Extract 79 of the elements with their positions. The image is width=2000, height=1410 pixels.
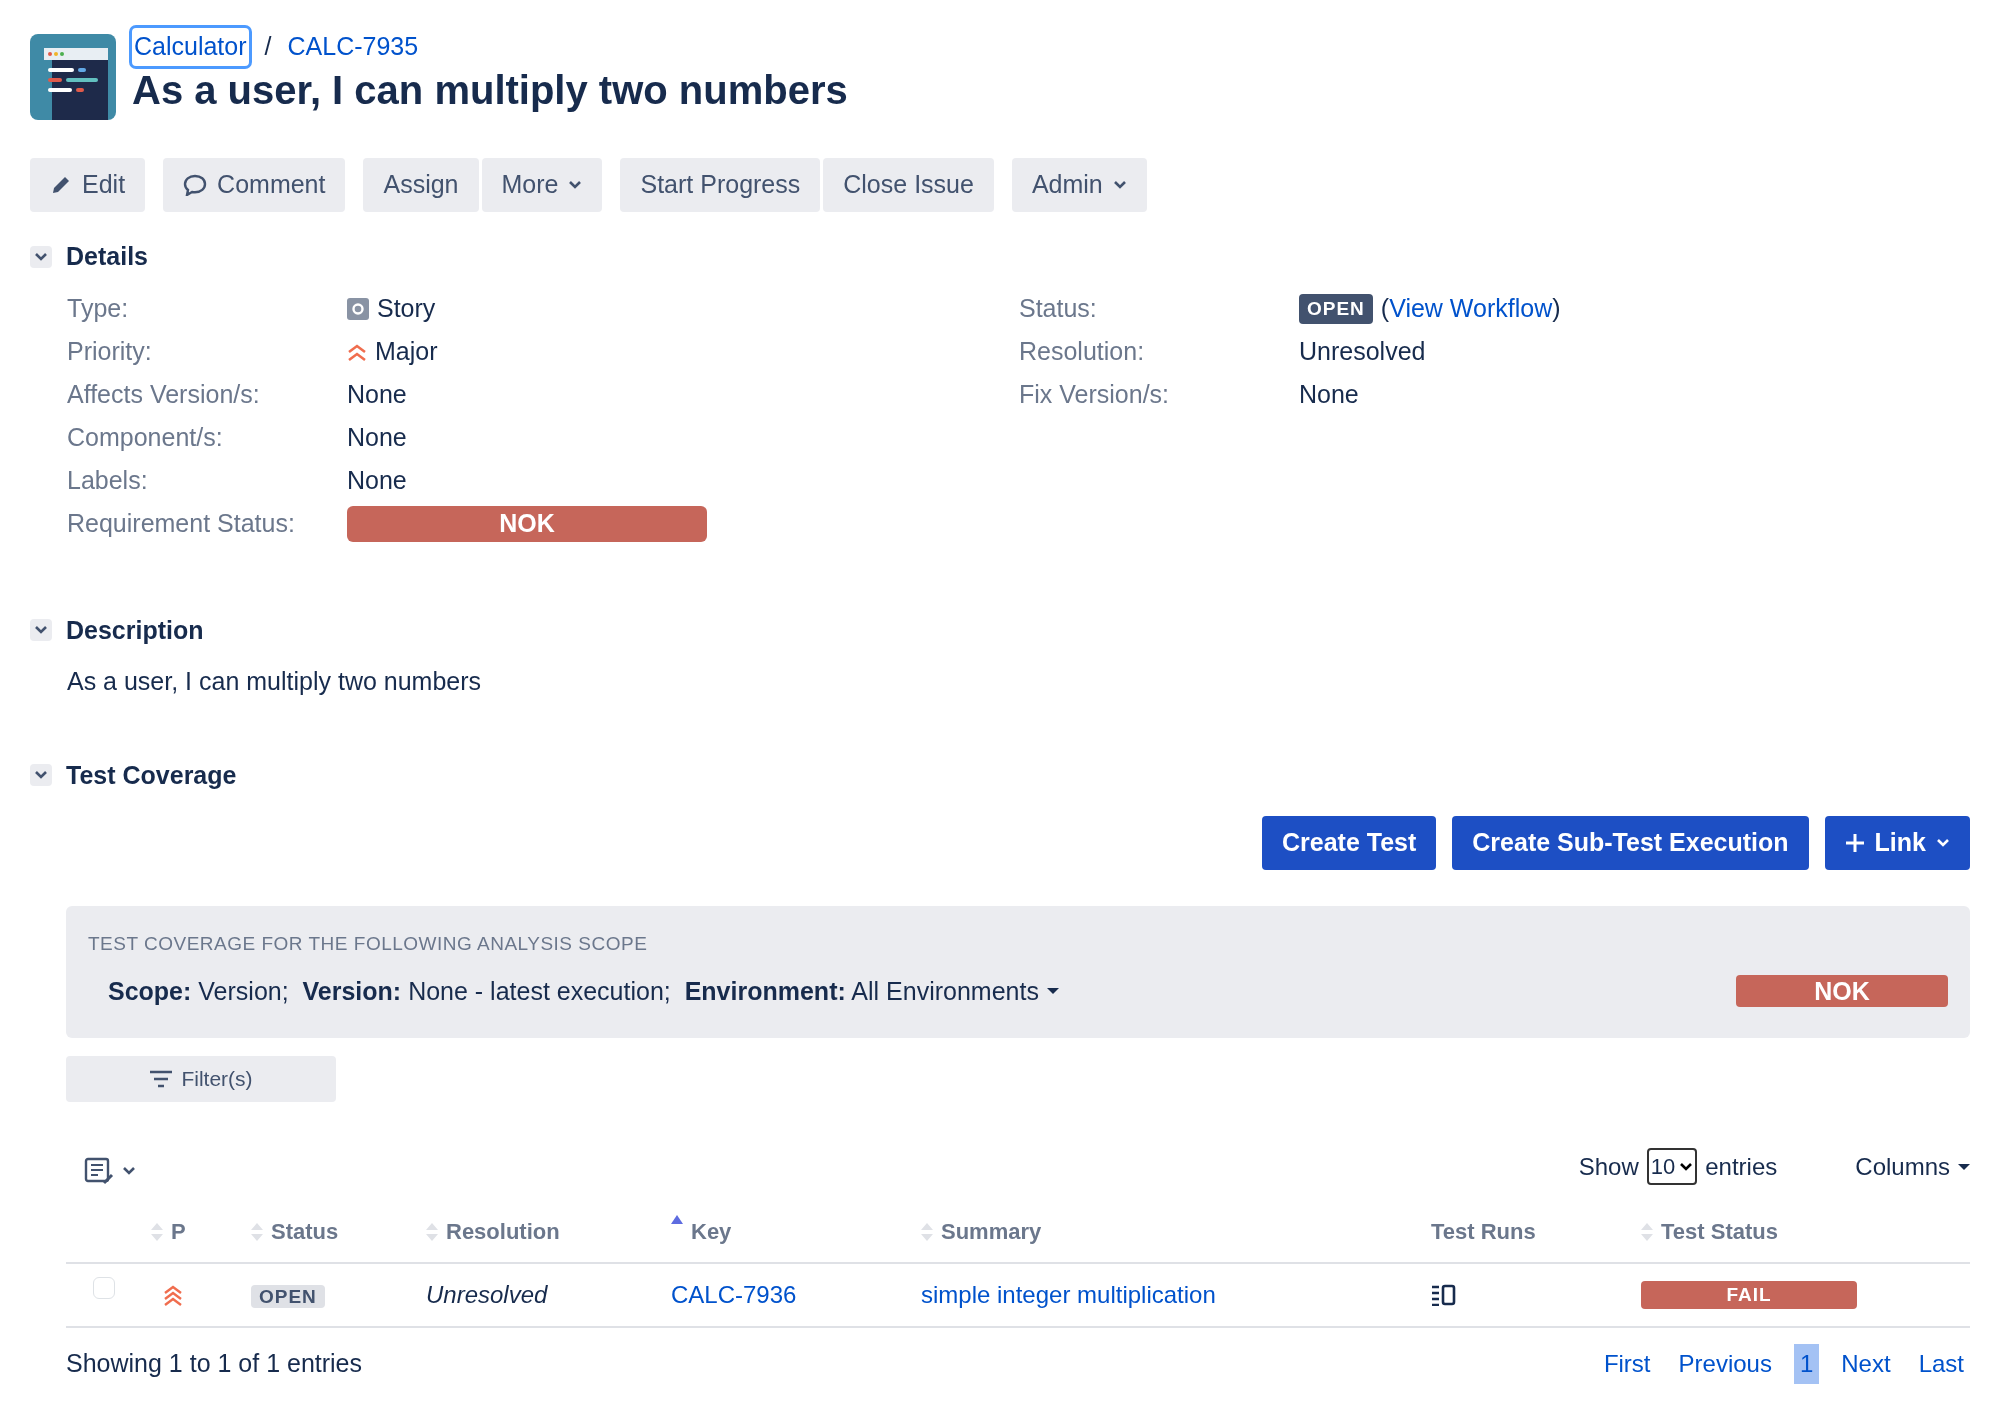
coverage-status-bar: NOK bbox=[1736, 975, 1948, 1008]
field-label: Type: bbox=[67, 293, 130, 325]
double-chevron-up-icon bbox=[163, 1283, 183, 1307]
breadcrumb-link[interactable]: Calculator bbox=[132, 28, 249, 66]
column-header[interactable]: Test Status bbox=[1661, 1215, 1778, 1248]
summary-link[interactable]: simple integer multiplication bbox=[921, 1281, 1216, 1308]
filter-button[interactable]: Filter(s) bbox=[66, 1056, 336, 1102]
field-value: Story bbox=[377, 293, 436, 325]
field-value: Major bbox=[375, 336, 438, 368]
issue-title: As a user, I can multiply two numbers bbox=[132, 66, 848, 114]
requirement-status-bar: NOK bbox=[347, 506, 707, 542]
paren: ( bbox=[1380, 293, 1390, 325]
story-icon bbox=[347, 298, 369, 320]
description-text: As a user, I can multiply two numbers bbox=[67, 666, 483, 697]
field-value: None bbox=[347, 465, 407, 497]
field-label: Requirement Status: bbox=[67, 508, 296, 540]
filter-icon bbox=[149, 1070, 174, 1088]
toolbar-button[interactable]: Start Progress bbox=[620, 158, 821, 212]
toolbar-button[interactable]: Comment bbox=[163, 158, 346, 212]
columns-button[interactable]: Columns bbox=[1855, 1148, 1970, 1185]
section-heading: Test Coverage bbox=[66, 759, 237, 791]
field-value: None bbox=[347, 379, 407, 411]
view-workflow-link[interactable]: View Workflow bbox=[1389, 290, 1553, 328]
show-label: Show bbox=[1578, 1151, 1639, 1182]
table-info: Showing 1 to 1 of 1 entries bbox=[66, 1348, 363, 1380]
issue-key-link[interactable]: CALC-7936 bbox=[671, 1281, 797, 1308]
toolbar-button[interactable]: Assign bbox=[363, 158, 479, 212]
breadcrumb-link[interactable]: CALC-7935 bbox=[287, 28, 419, 66]
action-button[interactable]: Create Test bbox=[1262, 816, 1437, 870]
paren: ) bbox=[1552, 293, 1561, 325]
entries-label: entries bbox=[1705, 1151, 1778, 1182]
field-label: Fix Version/s: bbox=[1019, 379, 1171, 411]
test-status-bar: FAIL bbox=[1641, 1281, 1857, 1309]
section-heading: Details bbox=[66, 241, 148, 272]
resolution-text: Unresolved bbox=[426, 1281, 548, 1308]
pagination-link[interactable]: Next bbox=[1835, 1344, 1897, 1384]
chevron-down-icon bbox=[1679, 1161, 1694, 1172]
action-button[interactable]: Create Sub-Test Execution bbox=[1452, 816, 1809, 870]
caret-icon bbox=[1958, 1162, 1970, 1171]
pagination-link[interactable]: First bbox=[1597, 1344, 1657, 1384]
column-header[interactable]: Status bbox=[271, 1215, 339, 1248]
column-header[interactable]: Resolution bbox=[446, 1215, 560, 1248]
field-label: Resolution: bbox=[1019, 336, 1146, 368]
field-value: None bbox=[1299, 379, 1359, 411]
field-value: None bbox=[347, 422, 407, 454]
scope-text: Scope: Version; Version: None - latest execution; Environment: All Environments bbox=[108, 975, 1039, 1007]
page-size-select[interactable]: 10 bbox=[1646, 1148, 1698, 1185]
toolbar-button[interactable]: Admin bbox=[1011, 158, 1147, 212]
column-header[interactable]: P bbox=[171, 1215, 186, 1248]
pencil-icon bbox=[50, 174, 72, 196]
scope-heading: TEST COVERAGE FOR THE FOLLOWING ANALYSIS SCOPE bbox=[88, 932, 649, 956]
field-value: Unresolved bbox=[1299, 336, 1426, 368]
toolbar-button[interactable]: More bbox=[481, 158, 603, 212]
field-label: Labels: bbox=[67, 465, 149, 497]
breadcrumb-separator: / bbox=[264, 31, 272, 62]
pagination-link[interactable]: 1 bbox=[1793, 1344, 1820, 1384]
test-runs-icon bbox=[1431, 1284, 1457, 1306]
pagination-link[interactable]: Previous bbox=[1672, 1344, 1778, 1384]
plus-icon bbox=[1844, 833, 1865, 853]
field-label: Priority: bbox=[67, 336, 153, 368]
row-checkbox[interactable] bbox=[93, 1277, 115, 1299]
field-label: Component/s: bbox=[67, 422, 224, 454]
section-heading: Description bbox=[66, 614, 204, 646]
field-label: Status: bbox=[1019, 293, 1098, 325]
toolbar-button[interactable]: Edit bbox=[30, 158, 146, 212]
status-lozenge: OPEN bbox=[1299, 293, 1373, 325]
column-header[interactable]: Key bbox=[691, 1215, 732, 1248]
column-header: Test Runs bbox=[1431, 1218, 1536, 1246]
project-logo-icon bbox=[30, 34, 116, 120]
pagination-link[interactable]: Last bbox=[1912, 1344, 1970, 1384]
field-label: Affects Version/s: bbox=[67, 379, 261, 411]
table-settings-icon bbox=[84, 1157, 114, 1185]
comment-icon bbox=[183, 174, 208, 196]
column-header[interactable]: Summary bbox=[941, 1215, 1042, 1248]
chevron-down-icon bbox=[122, 1166, 136, 1176]
action-button[interactable]: Link bbox=[1824, 816, 1970, 870]
status-lozenge: OPEN bbox=[251, 1285, 325, 1308]
caret-icon bbox=[1046, 987, 1059, 996]
toolbar-button[interactable]: Close Issue bbox=[823, 158, 994, 212]
